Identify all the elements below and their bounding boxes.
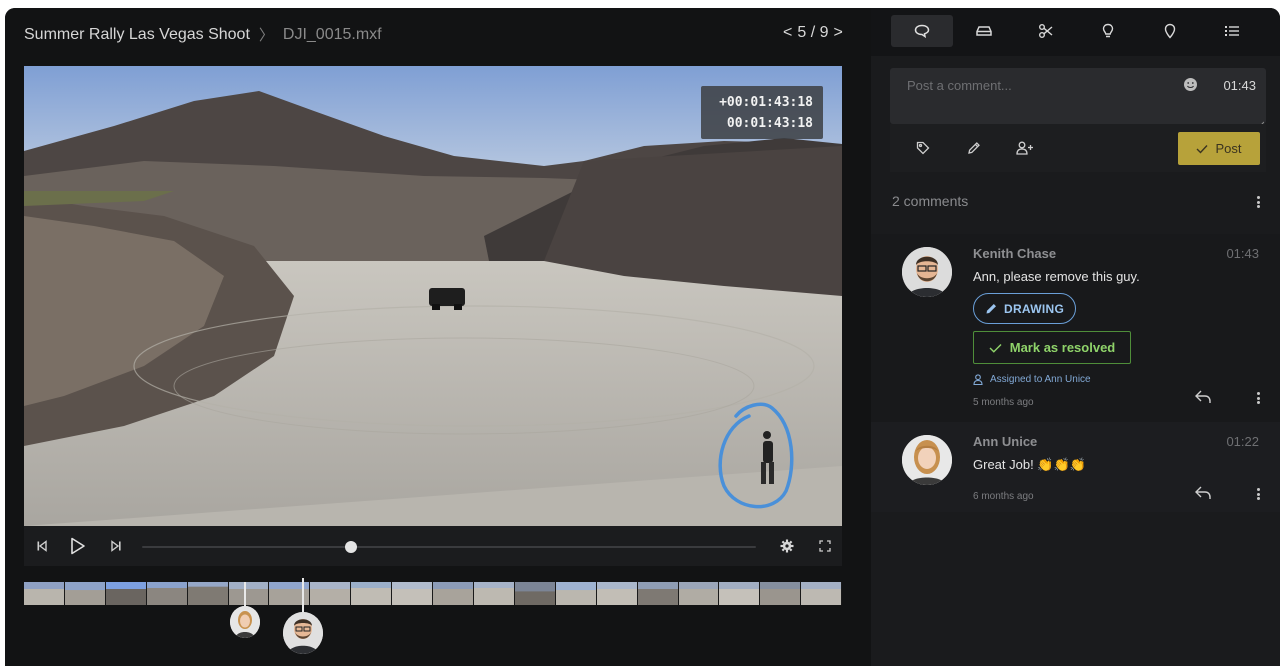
comment-author: Ann Unice	[973, 434, 1038, 449]
drawing-button[interactable]: DRAWING	[973, 293, 1077, 324]
comment-time[interactable]: 01:22	[1226, 434, 1259, 449]
comment-marker-kenith[interactable]	[282, 578, 324, 658]
drawing-button-label: DRAWING	[1004, 301, 1065, 316]
filmstrip-frame	[105, 582, 147, 605]
timeline-filmstrip[interactable]	[24, 582, 842, 605]
comment-author: Kenith Chase	[973, 246, 1057, 261]
comment-text: Ann, please remove this guy.	[973, 269, 1140, 284]
tag-icon[interactable]	[914, 139, 932, 157]
viewer-pane: Summer Rally Las Vegas Shoot 〉 DJI_0015.…	[5, 8, 871, 666]
lightbulb-icon[interactable]	[1077, 15, 1139, 47]
review-app: Summer Rally Las Vegas Shoot 〉 DJI_0015.…	[5, 8, 1280, 666]
assignee-label: Assigned to Ann Unice	[990, 374, 1091, 385]
comment-item[interactable]: Ann Unice 01:22 Great Job! 👏👏👏 6 months …	[871, 422, 1280, 512]
location-pin-icon[interactable]	[1139, 15, 1201, 47]
step-back-icon[interactable]	[32, 536, 52, 556]
assign-user-icon[interactable]	[1016, 139, 1034, 157]
car-icon[interactable]	[953, 15, 1015, 47]
asset-pager: < 5 / 9 >	[783, 24, 843, 42]
filmstrip-frame	[351, 582, 393, 605]
comments-panel: Post a comment... 01:43 Post 2 comments …	[871, 8, 1280, 666]
timecode-absolute: 00:01:43:18	[726, 116, 813, 131]
reply-icon[interactable]	[1194, 389, 1214, 407]
filmstrip-frame	[555, 582, 597, 605]
reply-icon[interactable]	[1194, 485, 1214, 503]
avatar	[230, 606, 260, 638]
comments-menu-icon[interactable]	[1253, 194, 1263, 210]
comment-menu-icon[interactable]	[1253, 486, 1263, 502]
filmstrip-frame	[760, 582, 802, 605]
filmstrip-frame	[637, 582, 679, 605]
post-button-label: Post	[1215, 141, 1242, 156]
timecode-offset: +00:01:43:18	[719, 95, 813, 110]
resize-grip-icon[interactable]	[1257, 115, 1265, 129]
filmstrip-frame	[24, 582, 65, 605]
comment-item[interactable]: Kenith Chase 01:43 Ann, please remove th…	[871, 234, 1280, 422]
mark-resolved-label: Mark as resolved	[1009, 340, 1116, 355]
avatar	[902, 435, 952, 485]
emoji-icon[interactable]	[1183, 77, 1198, 92]
breadcrumb-separator: 〉	[258, 27, 274, 44]
filmstrip-frame	[146, 582, 188, 605]
comment-count: 2 comments	[892, 193, 969, 209]
scrubber-track[interactable]	[142, 541, 756, 553]
fullscreen-icon[interactable]	[815, 536, 835, 556]
player-controls	[24, 526, 842, 566]
avatar	[283, 612, 323, 654]
filmstrip-frame	[187, 582, 229, 605]
comment-input-placeholder: Post a comment...	[907, 78, 1012, 93]
filmstrip-frame	[433, 582, 474, 605]
comment-menu-icon[interactable]	[1253, 390, 1263, 406]
asset-position: 5 / 9	[797, 24, 829, 41]
comment-age: 5 months ago	[973, 397, 1034, 408]
settings-gear-icon[interactable]	[777, 536, 797, 556]
filmstrip-frame	[596, 582, 638, 605]
comment-age: 6 months ago	[973, 491, 1034, 502]
scrubber-handle[interactable]	[344, 541, 357, 553]
pencil-icon	[986, 304, 996, 314]
play-icon[interactable]	[68, 536, 88, 556]
composer-actions: Post	[890, 124, 1266, 172]
post-button[interactable]: Post	[1178, 132, 1260, 165]
breadcrumb: Summer Rally Las Vegas Shoot 〉 DJI_0015.…	[24, 24, 382, 45]
user-icon	[973, 374, 983, 385]
timecode-overlay: +00:01:43:18 00:01:43:18	[701, 86, 823, 139]
assignee[interactable]: Assigned to Ann Unice	[973, 374, 1091, 385]
previous-asset-button[interactable]: <	[783, 24, 792, 42]
comment-text: Great Job! 👏👏👏	[973, 457, 1086, 472]
check-icon	[1196, 144, 1208, 154]
project-title[interactable]: Summer Rally Las Vegas Shoot	[24, 26, 250, 44]
filmstrip-frame	[473, 582, 515, 605]
next-asset-button[interactable]: >	[833, 24, 842, 42]
filmstrip-frame	[64, 582, 106, 605]
video-frame[interactable]: +00:01:43:18 00:01:43:18	[24, 66, 842, 526]
file-name: DJI_0015.mxf	[282, 25, 382, 43]
step-forward-icon[interactable]	[106, 536, 126, 556]
filmstrip-frame	[719, 582, 761, 605]
check-icon	[989, 343, 1002, 353]
list-icon[interactable]	[1201, 15, 1263, 47]
filmstrip-frame	[801, 582, 842, 605]
scissors-icon[interactable]	[1015, 15, 1077, 47]
pencil-icon[interactable]	[965, 139, 983, 157]
comment-list: Kenith Chase 01:43 Ann, please remove th…	[871, 234, 1280, 512]
avatar	[902, 247, 952, 297]
comments-icon[interactable]	[891, 15, 953, 47]
mark-resolved-button[interactable]: Mark as resolved	[973, 331, 1131, 364]
filmstrip-frame	[514, 582, 556, 605]
comment-input[interactable]: Post a comment... 01:43	[890, 68, 1266, 129]
filmstrip-frame	[678, 582, 720, 605]
comment-time[interactable]: 01:43	[1226, 246, 1259, 261]
comment-timestamp[interactable]: 01:43	[1223, 78, 1256, 93]
filmstrip-frame	[392, 582, 434, 605]
comment-marker-ann[interactable]	[227, 582, 263, 642]
panel-toolbar	[871, 8, 1280, 56]
